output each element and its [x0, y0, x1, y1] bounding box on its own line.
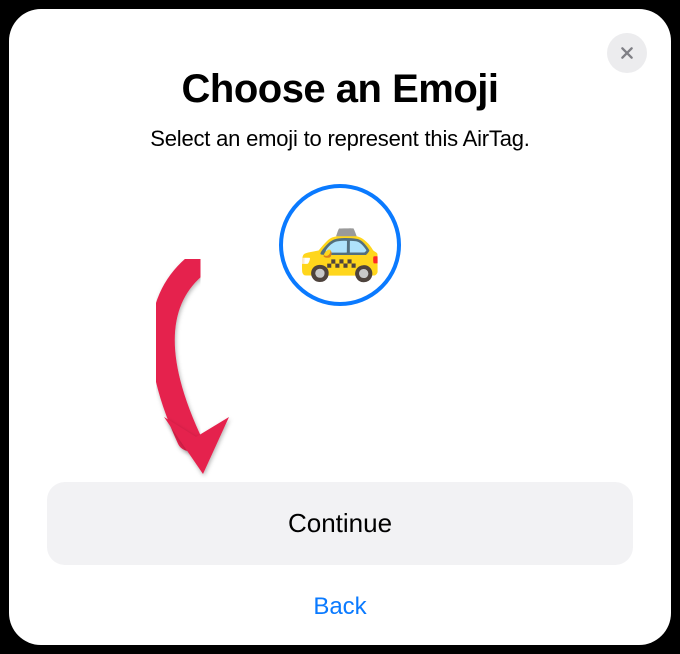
close-icon — [619, 45, 635, 61]
annotation-arrow-icon — [74, 259, 314, 499]
emoji-picker-modal: Choose an Emoji Select an emoji to repre… — [9, 9, 671, 645]
taxi-emoji-icon: 🚕 — [298, 211, 383, 279]
modal-subtitle: Select an emoji to represent this AirTag… — [150, 126, 529, 152]
modal-title: Choose an Emoji — [182, 67, 499, 112]
selected-emoji-button[interactable]: 🚕 — [279, 184, 401, 306]
continue-button[interactable]: Continue — [47, 482, 633, 565]
back-button[interactable]: Back — [313, 583, 366, 645]
close-button[interactable] — [607, 33, 647, 73]
